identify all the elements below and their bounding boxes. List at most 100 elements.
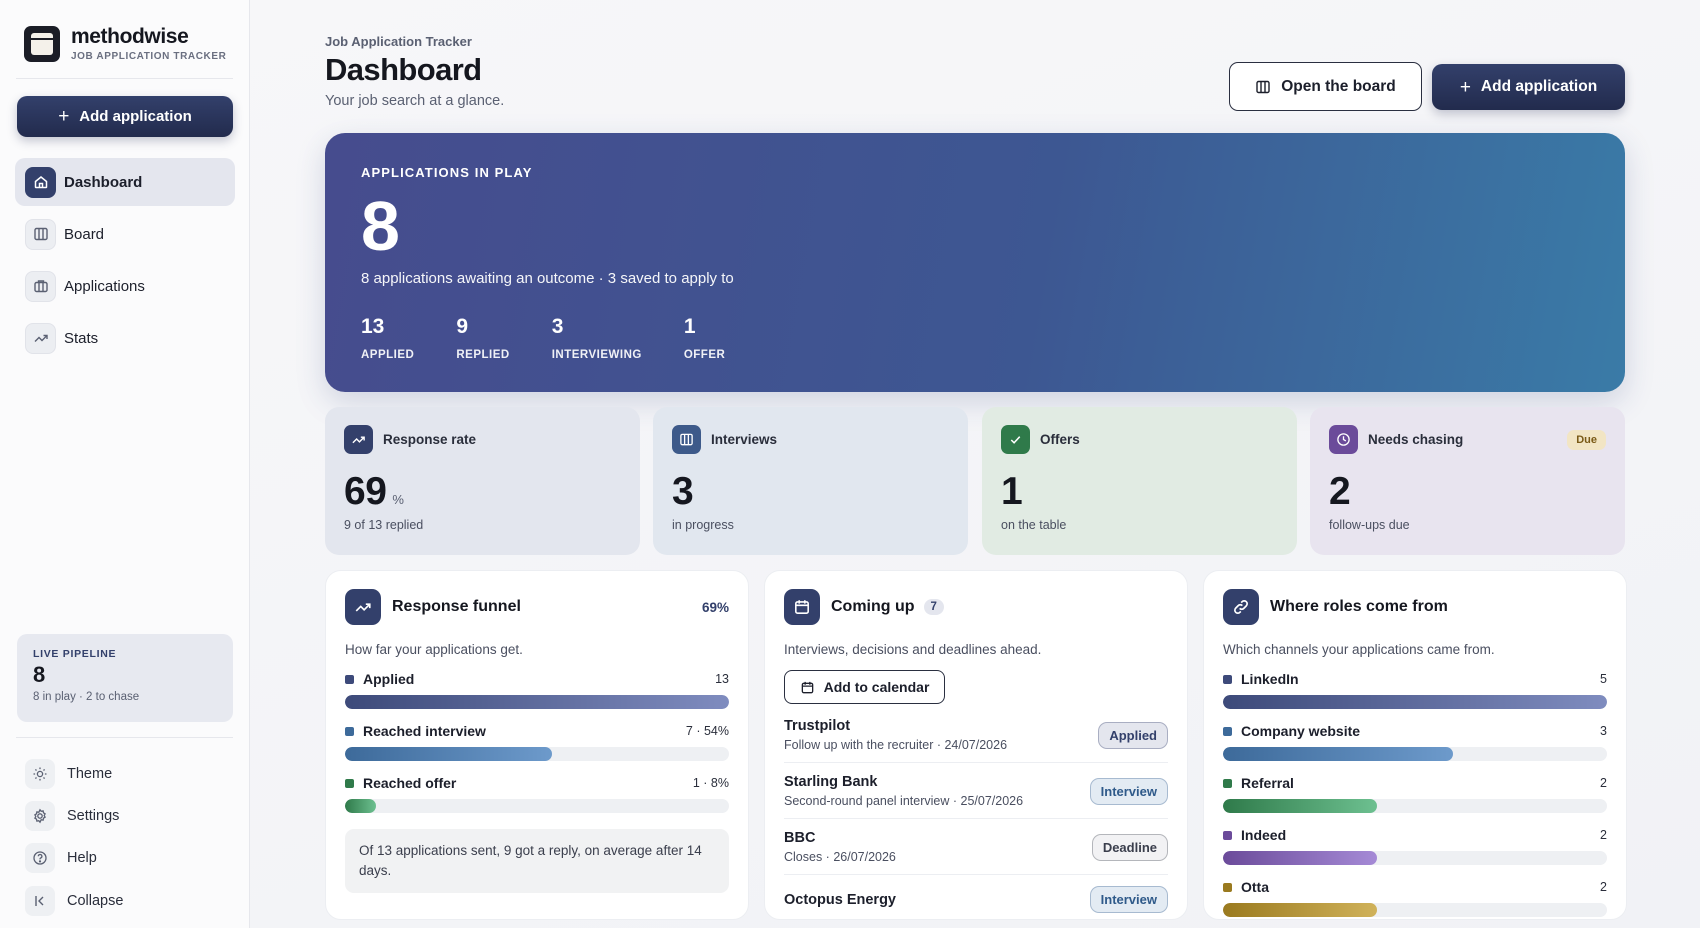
legend-swatch bbox=[1223, 726, 1232, 736]
main-content: Job Application Tracker Dashboard Your j… bbox=[250, 0, 1700, 928]
due-badge: Due bbox=[1567, 429, 1606, 450]
applications-in-play-hero: APPLICATIONS IN PLAY 8 8 applications aw… bbox=[325, 133, 1625, 392]
theme-button[interactable]: Theme bbox=[25, 759, 112, 789]
response-funnel-card: Response funnel 69% How far your applica… bbox=[325, 570, 749, 920]
sun-icon bbox=[25, 759, 55, 789]
funnel-label: Applied bbox=[363, 671, 415, 687]
sidebar-item-board[interactable]: Board bbox=[15, 210, 235, 258]
source-track bbox=[1223, 903, 1607, 917]
pipeline-count: 8 bbox=[33, 662, 46, 687]
source-track bbox=[1223, 851, 1607, 865]
funnel-row: Reached offer 1 · 8% bbox=[345, 775, 729, 813]
hero-value: 8 bbox=[361, 187, 400, 265]
funnel-fill bbox=[345, 695, 729, 709]
trend-icon bbox=[344, 425, 373, 454]
sidebar-item-dashboard[interactable]: Dashboard bbox=[15, 158, 235, 206]
collapse-icon bbox=[25, 886, 55, 916]
source-fill bbox=[1223, 695, 1607, 709]
help-button[interactable]: Help bbox=[25, 843, 97, 873]
open-board-button[interactable]: Open the board bbox=[1229, 62, 1422, 111]
help-icon bbox=[25, 843, 55, 873]
role-sources-card: Where roles come from Which channels you… bbox=[1203, 570, 1627, 920]
link-icon bbox=[1223, 589, 1259, 625]
source-value: 5 bbox=[1600, 672, 1607, 686]
funnel-rate: 69% bbox=[701, 599, 729, 615]
stat-offer: 1 OFFER bbox=[683, 315, 726, 361]
plus-icon: + bbox=[58, 106, 70, 127]
funnel-track bbox=[345, 747, 729, 761]
source-label: LinkedIn bbox=[1241, 671, 1299, 687]
trend-icon bbox=[25, 322, 56, 354]
kpi-response-rate[interactable]: Response rate 69% 9 of 13 replied bbox=[325, 407, 640, 555]
stat-interviewing: 3 INTERVIEWING bbox=[551, 315, 642, 361]
source-label: Indeed bbox=[1241, 827, 1287, 843]
source-value: 2 bbox=[1600, 776, 1607, 790]
columns-icon bbox=[672, 425, 701, 454]
event-detail: Second-round panel interview · 25/07/202… bbox=[784, 794, 1024, 808]
source-label: Company website bbox=[1241, 723, 1361, 739]
sidebar: methodwise JOB APPLICATION TRACKER + Add… bbox=[0, 0, 250, 928]
legend-swatch bbox=[345, 778, 354, 788]
source-row: Referral 2 bbox=[1223, 775, 1607, 813]
funnel-value: 7 · 54% bbox=[685, 724, 729, 738]
page-subtitle: Your job search at a glance. bbox=[325, 93, 505, 109]
legend-swatch bbox=[1223, 882, 1232, 892]
event-item[interactable]: Starling Bank Second-round panel intervie… bbox=[784, 763, 1168, 819]
funnel-value: 1 · 8% bbox=[692, 776, 729, 790]
sidebar-item-applications[interactable]: Applications bbox=[15, 262, 235, 310]
sidebar-add-application-button[interactable]: + Add application bbox=[17, 96, 233, 137]
legend-swatch bbox=[345, 674, 354, 684]
coming-up-card: Coming up 7 Interviews, decisions and de… bbox=[764, 570, 1188, 920]
divider bbox=[16, 737, 233, 738]
kpi-offers[interactable]: Offers 1 on the table bbox=[982, 407, 1297, 555]
source-track bbox=[1223, 695, 1607, 709]
funnel-track bbox=[345, 799, 729, 813]
legend-swatch bbox=[1223, 830, 1232, 840]
event-detail: Closes · 26/07/2026 bbox=[784, 850, 896, 864]
brand[interactable]: methodwise JOB APPLICATION TRACKER bbox=[24, 26, 226, 62]
funnel-value: 13 bbox=[715, 672, 729, 686]
funnel-fill bbox=[345, 747, 553, 761]
add-application-button[interactable]: + Add application bbox=[1432, 64, 1625, 110]
source-fill bbox=[1223, 799, 1377, 813]
event-status-tag: Interview bbox=[1089, 886, 1168, 913]
legend-swatch bbox=[345, 726, 354, 736]
gear-icon bbox=[25, 801, 55, 831]
source-fill bbox=[1223, 747, 1454, 761]
sidebar-item-stats[interactable]: Stats bbox=[15, 314, 235, 362]
upcoming-count-badge: 7 bbox=[923, 599, 944, 615]
event-status-tag: Deadline bbox=[1091, 833, 1168, 861]
brand-name: methodwise bbox=[71, 25, 189, 48]
source-value: 2 bbox=[1600, 828, 1607, 842]
funnel-bars: Applied 13 Reached interview 7 · 54% Reached… bbox=[345, 671, 729, 813]
event-item[interactable]: Trustpilot Follow up with the recruiter ·… bbox=[784, 704, 1168, 763]
event-item[interactable]: BBC Closes · 26/07/2026 Deadline bbox=[784, 819, 1168, 875]
live-pipeline-summary: LIVE PIPELINE 8 8 in play · 2 to chase bbox=[17, 634, 233, 722]
breadcrumb: Job Application Tracker bbox=[325, 34, 472, 49]
source-value: 3 bbox=[1600, 724, 1607, 738]
kpi-value: 1 bbox=[1001, 470, 1023, 513]
plus-icon: + bbox=[1459, 76, 1471, 98]
brand-subtitle: JOB APPLICATION TRACKER bbox=[71, 51, 227, 62]
funnel-row: Reached interview 7 · 54% bbox=[345, 723, 729, 761]
source-track bbox=[1223, 799, 1607, 813]
settings-button[interactable]: Settings bbox=[25, 801, 119, 831]
event-item[interactable]: Octopus Energy Interview bbox=[784, 875, 1168, 919]
source-fill bbox=[1223, 903, 1377, 917]
event-list: Trustpilot Follow up with the recruiter ·… bbox=[784, 704, 1168, 919]
collapse-button[interactable]: Collapse bbox=[25, 886, 123, 916]
funnel-fill bbox=[345, 799, 376, 813]
stat-replied: 9 REPLIED bbox=[456, 315, 510, 361]
kpi-interviews[interactable]: Interviews 3 in progress bbox=[653, 407, 968, 555]
source-bars: LinkedIn 5 Company website 3 Referral 2 Indeed… bbox=[1223, 671, 1607, 917]
funnel-note: Of 13 applications sent, 9 got a reply, … bbox=[345, 829, 729, 893]
kpi-needs-chasing[interactable]: Needs chasing Due 2 follow-ups due bbox=[1310, 407, 1625, 555]
source-row: Company website 3 bbox=[1223, 723, 1607, 761]
event-detail: Follow up with the recruiter · 24/07/202… bbox=[784, 738, 1008, 752]
event-company: BBC bbox=[784, 830, 816, 846]
event-status-tag: Interview bbox=[1089, 777, 1168, 805]
source-value: 2 bbox=[1600, 880, 1607, 894]
columns-icon bbox=[1256, 80, 1270, 93]
add-to-calendar-button[interactable]: Add to calendar bbox=[784, 670, 945, 704]
check-icon bbox=[1001, 425, 1030, 454]
